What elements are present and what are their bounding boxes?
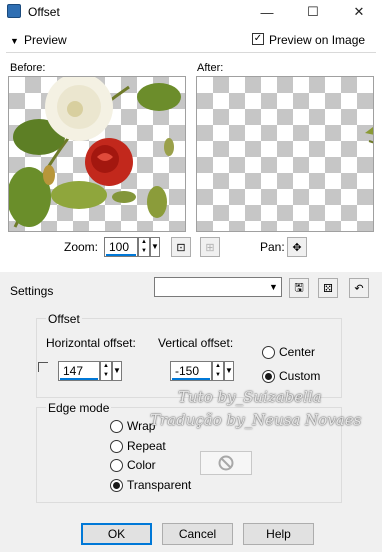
minimize-icon: — [260,4,274,20]
center-radio-label[interactable]: Center [279,345,315,359]
zoom-dropdown-arrow-icon[interactable]: ▼ [150,237,160,257]
link-bracket-icon [38,362,48,372]
edge-mode-group-label: Edge mode [46,401,112,415]
flower-image [9,77,181,228]
actual-size-icon: ⊞ [205,241,215,254]
spin-down-icon[interactable]: ▼ [101,371,111,380]
close-button[interactable]: ✕ [336,0,382,24]
preset-dropdown[interactable] [154,277,282,297]
zoom-spinner[interactable]: ▲ ▼ [138,237,150,257]
close-icon: ✕ [353,4,365,19]
collapse-triangle-icon[interactable]: ▼ [10,36,19,46]
preset-chevron-down-icon[interactable]: ▼ [266,278,281,296]
maximize-button[interactable]: ☐ [290,0,336,24]
dice-icon: ⚄ [323,282,333,295]
horizontal-offset-underline [60,378,98,380]
zoom-actual-size-button[interactable]: ⊞ [200,237,220,257]
zoom-fit-button[interactable]: ⊡ [171,237,191,257]
horizontal-offset-label: Horizontal offset: [46,336,136,350]
edge-mode-label-transparent[interactable]: Transparent [127,478,191,492]
ok-button[interactable]: OK [81,523,152,545]
pan-button[interactable]: ✥ [287,237,307,257]
no-color-icon [218,455,234,471]
zoom-label: Zoom: [64,240,99,254]
spin-up-icon[interactable]: ▲ [101,362,111,371]
vertical-offset-label: Vertical offset: [158,336,234,350]
zoom-fit-icon: ⊡ [176,241,186,254]
watermark-line-2: Tradução by_Neusa Novaes [150,411,362,429]
spin-down-icon[interactable]: ▼ [139,247,149,256]
before-preview[interactable] [8,76,186,232]
randomize-button[interactable]: ⚄ [318,278,338,298]
horizontal-offset-spinner[interactable]: ▲ ▼ [100,361,112,381]
custom-radio-label[interactable]: Custom [279,369,320,383]
watermark-line-1: Tuto by_Suizabella [178,388,322,406]
save-icon: 🖫 [294,281,304,294]
edge-mode-radio-wrap[interactable] [110,420,123,433]
spin-down-icon[interactable]: ▼ [213,371,223,380]
maximize-icon: ☐ [307,4,319,19]
after-label: After: [197,62,224,74]
edge-mode-label-color[interactable]: Color [127,458,156,472]
settings-label: Settings [10,284,54,298]
vertical-offset-dropdown-arrow-icon[interactable]: ▼ [224,361,234,381]
vertical-offset-spinner[interactable]: ▲ ▼ [212,361,224,381]
spin-up-icon[interactable]: ▲ [213,362,223,371]
edge-mode-label-repeat[interactable]: Repeat [127,439,166,453]
preview-toggle-label[interactable]: Preview [24,33,67,47]
pan-move-icon: ✥ [292,241,302,254]
custom-radio[interactable] [262,370,275,383]
after-preview[interactable] [196,76,374,232]
offset-fragment-image [365,127,373,144]
reset-button[interactable]: ↶ [349,278,369,298]
vertical-offset-underline [172,378,210,380]
save-preset-button[interactable]: 🖫 [289,278,309,298]
before-label: Before: [10,62,46,74]
color-swatch-disabled[interactable] [200,451,252,475]
help-button[interactable]: Help [243,523,314,545]
offset-group-label: Offset [46,312,82,326]
minimize-button[interactable]: — [244,0,290,24]
preview-on-image-checkbox[interactable]: ✓ [252,33,264,45]
edge-mode-radio-transparent[interactable] [110,479,123,492]
zoom-underline [106,254,136,256]
edge-mode-radio-color[interactable] [110,459,123,472]
edge-mode-radio-repeat[interactable] [110,440,123,453]
app-icon [7,4,21,18]
preview-on-image-label[interactable]: Preview on Image [269,33,365,47]
header-divider [6,52,376,53]
spin-up-icon[interactable]: ▲ [139,238,149,247]
reset-icon: ↶ [354,282,364,295]
cancel-button[interactable]: Cancel [162,523,233,545]
checkmark-icon: ✓ [253,33,263,44]
center-radio[interactable] [262,346,275,359]
pan-label: Pan: [260,240,285,254]
horizontal-offset-dropdown-arrow-icon[interactable]: ▼ [112,361,122,381]
window-title: Offset [28,5,60,19]
